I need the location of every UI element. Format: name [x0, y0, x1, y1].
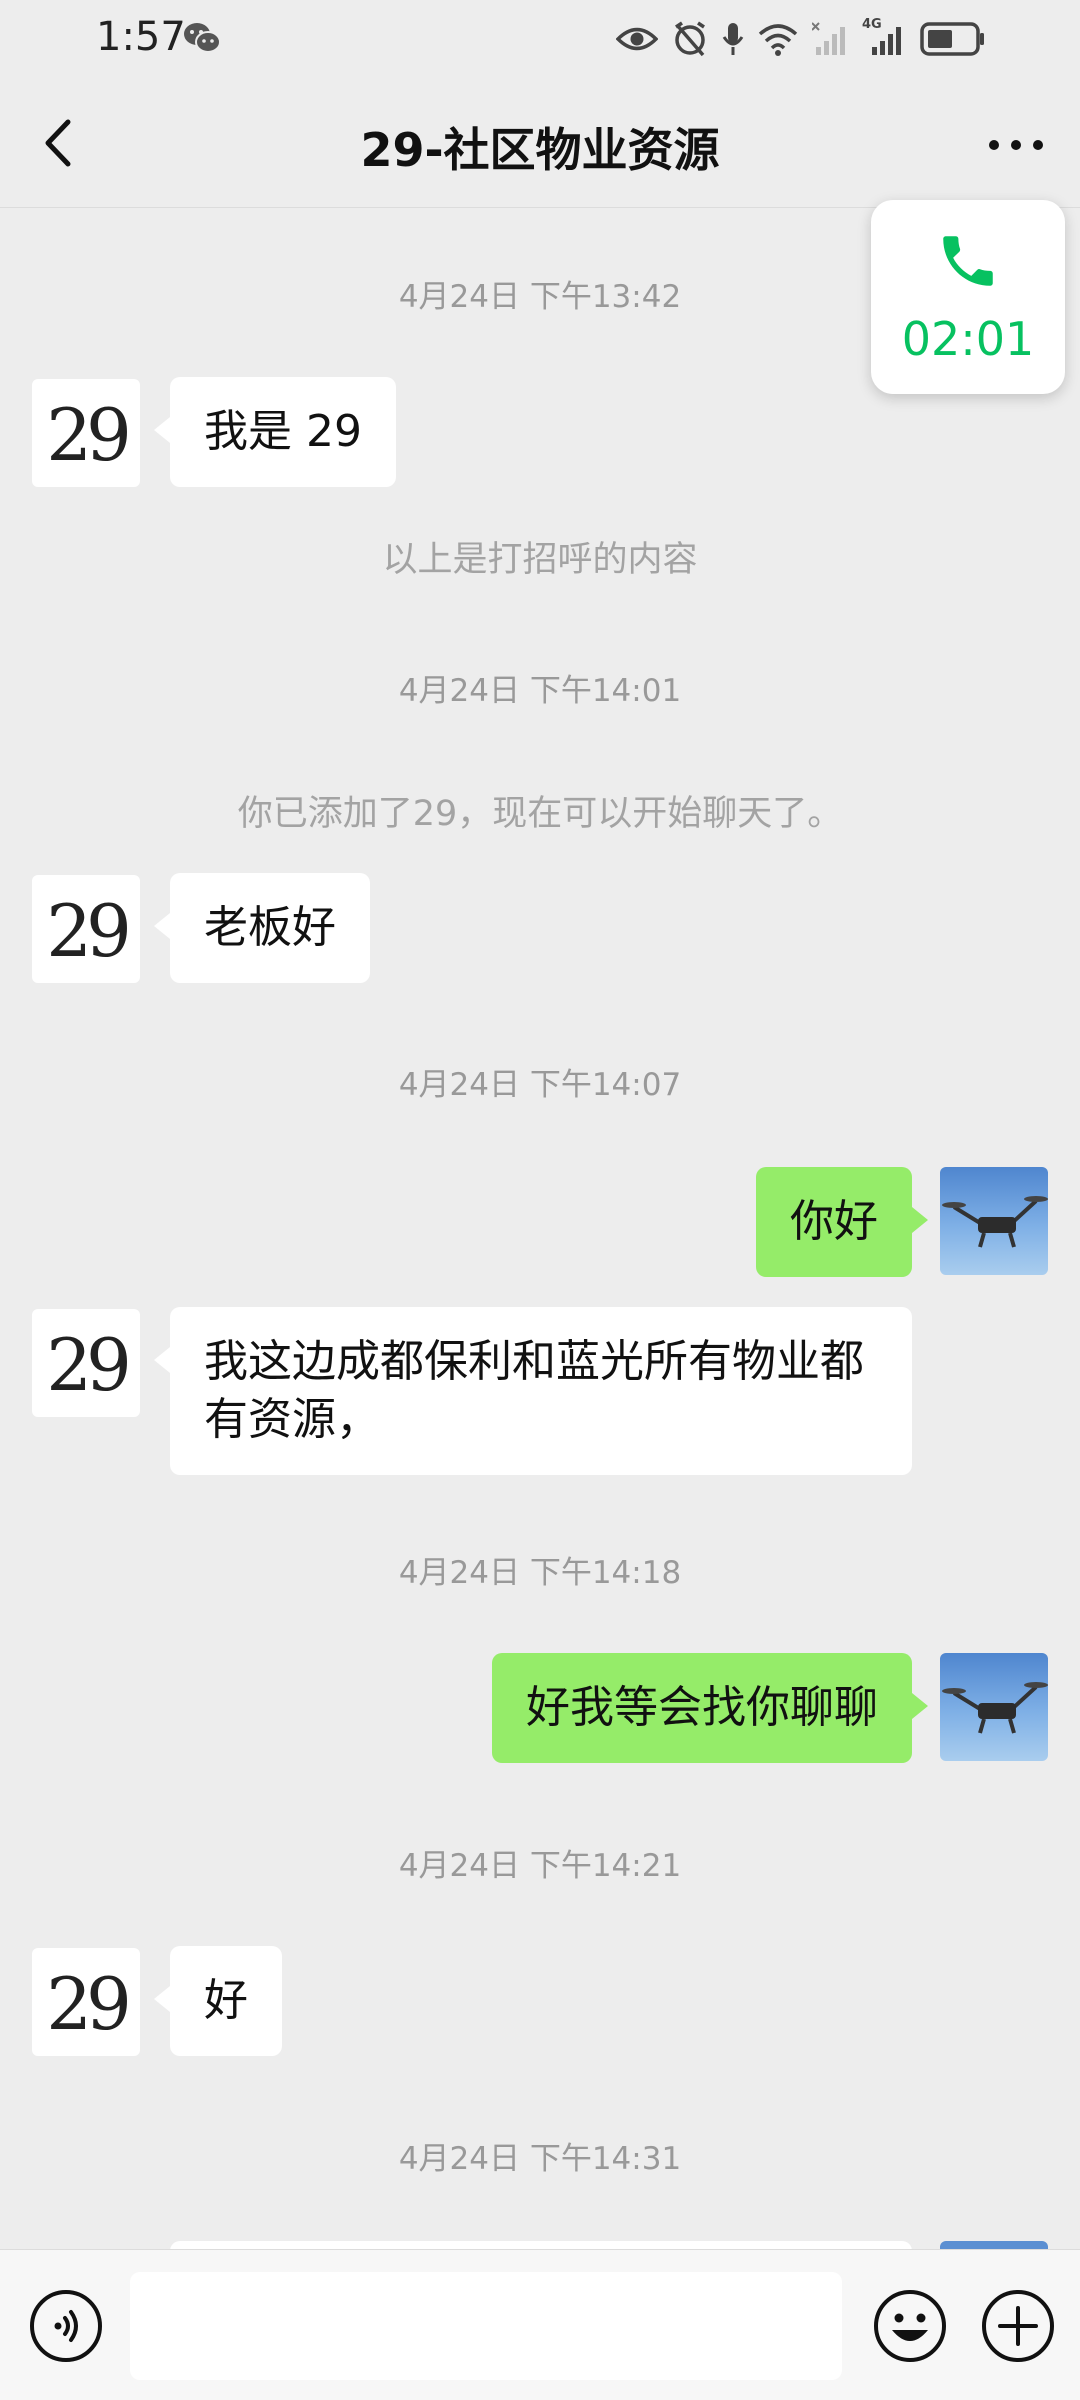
- received-message-bubble[interactable]: 我这边成都保利和蓝光所有物业都有资源，: [154, 1307, 912, 1475]
- status-bar: 1:57 4G: [0, 0, 1080, 80]
- contact-avatar[interactable]: 29: [32, 1309, 140, 1417]
- alarm-mute-icon: [675, 21, 705, 57]
- received-message-bubble[interactable]: 我是 29: [154, 377, 396, 487]
- more-dots-icon: [989, 140, 1043, 150]
- message-timestamp: 4月24日 下午14:31: [398, 2141, 682, 2177]
- ongoing-call-floating-window[interactable]: 02:01: [871, 200, 1065, 394]
- message-timestamp: 4月24日 下午14:18: [398, 1555, 682, 1591]
- drone-image: [942, 1682, 1048, 1734]
- my-avatar[interactable]: [940, 1653, 1048, 1761]
- sent-message-bubble[interactable]: 好我等会找你聊聊: [492, 1653, 928, 1763]
- voice-input-button[interactable]: [28, 2288, 104, 2368]
- voice-icon: [30, 2290, 102, 2362]
- received-message-bubble[interactable]: 好: [154, 1946, 282, 2056]
- contact-avatar[interactable]: 29: [32, 1948, 140, 2056]
- battery-icon: [920, 22, 984, 56]
- avatar-text: 29: [46, 393, 132, 477]
- chat-title: 29-社区物业资源: [360, 123, 720, 177]
- message-list[interactable]: 4月24日 下午13:42 29 我是 29 以上是打招呼的内容 4月24日 下…: [0, 209, 1080, 2281]
- message-timestamp: 4月24日 下午14:21: [398, 1848, 682, 1884]
- received-message-bubble[interactable]: 老板好: [154, 873, 370, 983]
- avatar-text: 29: [46, 1323, 132, 1407]
- my-avatar[interactable]: [940, 1167, 1048, 1275]
- contact-avatar[interactable]: 29: [32, 875, 140, 983]
- microphone-icon: [722, 23, 744, 55]
- plus-icon: [982, 2290, 1054, 2362]
- emoji-button[interactable]: [872, 2288, 948, 2368]
- more-button[interactable]: [976, 110, 1056, 176]
- sent-message-bubble[interactable]: 你好: [756, 1167, 928, 1277]
- avatar-text: 29: [46, 889, 132, 973]
- signal-weak-icon: [812, 22, 845, 55]
- drone-image: [942, 1196, 1048, 1248]
- wifi-icon: [758, 24, 798, 56]
- input-bar: [0, 2249, 1080, 2400]
- wechat-notification-icon: [182, 20, 222, 60]
- message-input[interactable]: [130, 2272, 842, 2380]
- system-message: 你已添加了29，现在可以开始聊天了。: [237, 794, 843, 834]
- call-timer: 02:01: [901, 312, 1035, 366]
- chat-screen: 1:57 4G 29-社区物业资源 02:01 4月24日 下午13:42 29…: [0, 0, 1080, 2400]
- status-icons: 4G: [616, 14, 986, 64]
- status-time: 1:57: [96, 14, 186, 60]
- message-timestamp: 4月24日 下午14:07: [398, 1067, 682, 1103]
- emoji-icon: [874, 2290, 946, 2362]
- phone-icon: [935, 228, 1001, 298]
- message-timestamp: 4月24日 下午14:01: [398, 673, 682, 709]
- avatar-text: 29: [46, 1962, 132, 2046]
- contact-avatar[interactable]: 29: [32, 379, 140, 487]
- eye-icon: [616, 27, 658, 51]
- system-message: 以上是打招呼的内容: [382, 540, 698, 580]
- signal-4g-icon: 4G: [862, 17, 906, 57]
- nav-bar: 29-社区物业资源: [0, 80, 1080, 208]
- more-functions-button[interactable]: [980, 2288, 1056, 2368]
